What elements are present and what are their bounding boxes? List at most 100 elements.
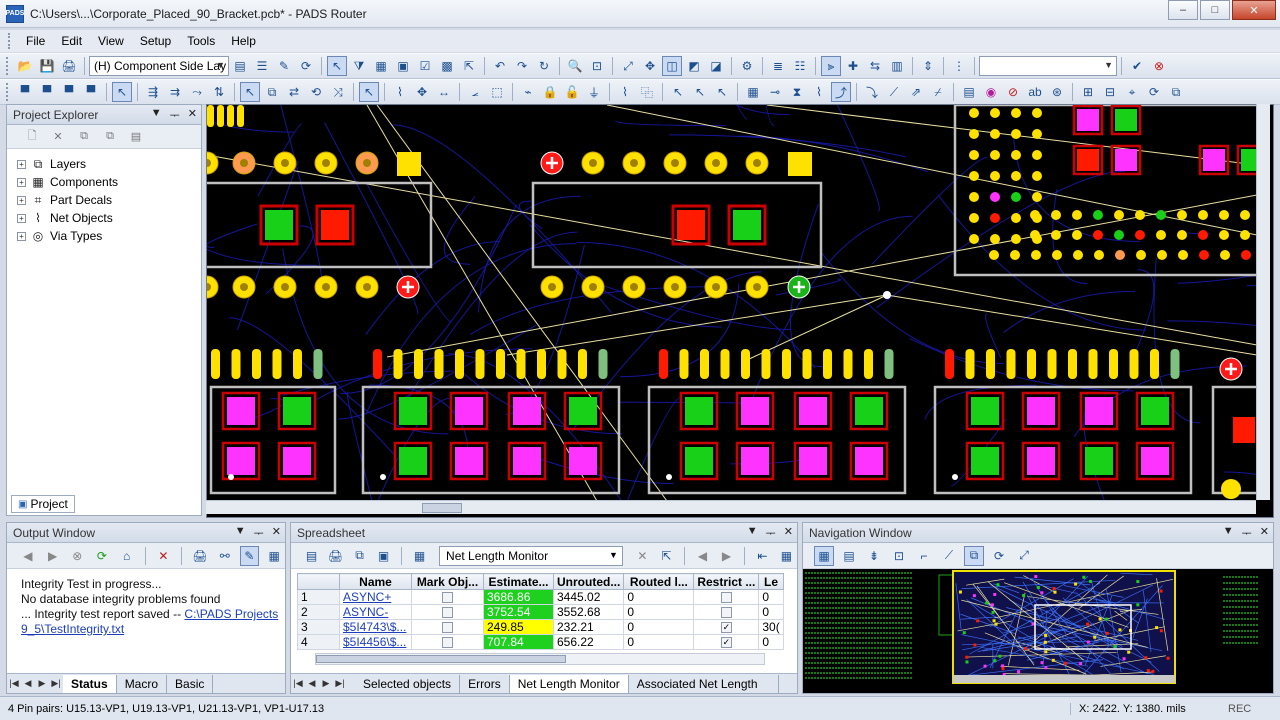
- estimated-length[interactable]: 249.85: [483, 619, 554, 635]
- column-header[interactable]: Mark Obj...: [411, 573, 484, 590]
- pan-icon[interactable]: ✥: [640, 56, 660, 76]
- table-icon[interactable]: ▦: [264, 546, 284, 566]
- pin-icon[interactable]: ⌖: [1122, 82, 1142, 102]
- layer-select[interactable]: (H) Component Side Lay ▼: [89, 56, 229, 76]
- maximize-button[interactable]: □: [1200, 0, 1230, 20]
- net-name[interactable]: ASYNC-: [339, 604, 412, 620]
- rotate-icon[interactable]: ⟲: [306, 82, 326, 102]
- scroll-thumb[interactable]: [316, 655, 566, 663]
- close-icon[interactable]: ✕: [188, 107, 197, 123]
- drc-icon[interactable]: ⚙: [737, 56, 757, 76]
- grid-icon[interactable]: ▦: [371, 56, 391, 76]
- route-icon[interactable]: ⫸: [821, 56, 841, 76]
- close-icon[interactable]: ✕: [272, 525, 281, 541]
- list-view-icon[interactable]: ≣: [768, 56, 788, 76]
- wand-icon[interactable]: ✎: [274, 56, 294, 76]
- shield-icon[interactable]: ▥: [887, 56, 907, 76]
- close-button[interactable]: ✕: [1232, 0, 1276, 20]
- properties-icon[interactable]: ▤: [126, 127, 146, 147]
- back-icon[interactable]: ◀: [18, 546, 38, 566]
- move-icon[interactable]: ⧉: [262, 82, 282, 102]
- length-value[interactable]: 30(: [758, 619, 784, 635]
- checkbox[interactable]: [720, 592, 732, 604]
- estimated-length[interactable]: 3686.86: [483, 589, 554, 605]
- row-number[interactable]: 1: [297, 589, 340, 605]
- back-icon[interactable]: ◀: [693, 546, 712, 566]
- checkbox[interactable]: [442, 607, 453, 619]
- menu-grip[interactable]: [8, 33, 12, 49]
- minus-icon[interactable]: ⊸: [765, 82, 785, 102]
- menu-setup[interactable]: Setup: [132, 30, 179, 52]
- spread-icon[interactable]: ⤨: [328, 82, 348, 102]
- stop-icon[interactable]: ⊗: [67, 546, 87, 566]
- select-icon[interactable]: ↖: [112, 82, 132, 102]
- tab-net-length-monitor[interactable]: Net Length Monitor: [509, 674, 629, 693]
- dropdown-arrow-icon[interactable]: ▼: [747, 525, 758, 541]
- view-extents-icon[interactable]: ⤢: [618, 56, 638, 76]
- routed-length[interactable]: 0: [623, 634, 695, 650]
- ground-icon[interactable]: ⏚: [584, 82, 604, 102]
- dropdown-arrow-icon[interactable]: ▼: [235, 525, 246, 541]
- net-name[interactable]: $5I4743\$...: [339, 619, 412, 635]
- nav-select-icon[interactable]: ⊡: [889, 546, 909, 566]
- canvas-horizontal-scrollbar[interactable]: [206, 500, 1256, 514]
- diff-pair-icon[interactable]: ⇉: [165, 82, 185, 102]
- diag-route-icon[interactable]: ⤴: [831, 82, 851, 102]
- fanout-route-icon[interactable]: ⇅: [209, 82, 229, 102]
- marquee-icon[interactable]: ⬚: [487, 82, 507, 102]
- hourglass-icon[interactable]: ⧗: [787, 82, 807, 102]
- routed-length[interactable]: 0: [623, 604, 695, 620]
- prev-tab-icon[interactable]: ◀: [21, 678, 35, 689]
- open-icon[interactable]: 📂: [15, 56, 35, 76]
- tree-item-via-types[interactable]: + ◎ Via Types: [17, 227, 201, 245]
- route-layer-2-icon[interactable]: ▀: [37, 82, 57, 102]
- serpentine-icon[interactable]: ⌇: [809, 82, 829, 102]
- checkbox[interactable]: [442, 622, 453, 634]
- pointer-x-icon[interactable]: ↖: [690, 82, 710, 102]
- forward-icon[interactable]: ▶: [717, 546, 736, 566]
- pin-icon[interactable]: ᅮ: [254, 525, 264, 541]
- expand-icon[interactable]: +: [17, 213, 26, 223]
- net-name[interactable]: $5I4456\$...: [339, 634, 412, 650]
- unrouted-length[interactable]: 656.22: [552, 634, 625, 650]
- via-route-icon[interactable]: ⤵: [862, 82, 882, 102]
- line-route-icon[interactable]: ⟋: [884, 82, 904, 102]
- expand-icon[interactable]: +: [17, 195, 26, 205]
- net-name[interactable]: ASYNC+: [339, 589, 412, 605]
- row-number[interactable]: 2: [297, 604, 340, 620]
- route-net-icon[interactable]: ⌿: [928, 82, 948, 102]
- column-header[interactable]: Routed l...: [623, 573, 695, 590]
- column-header[interactable]: Le: [758, 573, 784, 590]
- bus-route-icon[interactable]: ⇶: [143, 82, 163, 102]
- checkbox[interactable]: ✓: [720, 637, 732, 649]
- unrouted-length[interactable]: 3445.02: [552, 589, 625, 605]
- nav-diag-icon[interactable]: ⟋: [939, 546, 959, 566]
- select-3-icon[interactable]: ↖: [359, 82, 379, 102]
- tab-project[interactable]: ▣ Project: [11, 495, 75, 513]
- first-tab-icon[interactable]: |◀: [291, 678, 305, 689]
- lock-icon[interactable]: 🔒: [540, 82, 560, 102]
- tab-macro[interactable]: Macro: [117, 674, 168, 693]
- routed-length[interactable]: 0: [623, 589, 695, 605]
- find-icon[interactable]: ⊛: [1047, 82, 1067, 102]
- minimize-button[interactable]: –: [1168, 0, 1198, 20]
- copy-icon[interactable]: ⧉: [74, 127, 94, 147]
- nav-refresh-icon[interactable]: ⟳: [989, 546, 1009, 566]
- tune-icon[interactable]: ⌇: [615, 82, 635, 102]
- move-4way-icon[interactable]: ✥: [412, 82, 432, 102]
- print-icon[interactable]: 🖨: [59, 56, 79, 76]
- copy-icon[interactable]: ⧉: [350, 546, 369, 566]
- table-row[interactable]: 4 $5I4456\$... 707.84 656.22 0 ✓ 0: [297, 634, 784, 650]
- next-view-icon[interactable]: ◪: [706, 56, 726, 76]
- chip-icon[interactable]: ▦: [743, 82, 763, 102]
- menu-help[interactable]: Help: [223, 30, 264, 52]
- clear-icon[interactable]: ✕: [154, 546, 174, 566]
- length-value[interactable]: 0: [758, 634, 784, 650]
- tab-associated-net-length-monitor[interactable]: Associated Net Length Monito: [629, 674, 779, 693]
- next-tab-icon[interactable]: ▶: [319, 678, 333, 689]
- pcb-canvas[interactable]: [206, 104, 1274, 518]
- dropdown-arrow-icon[interactable]: ▼: [1223, 525, 1234, 541]
- layer-color-icon[interactable]: ▤: [959, 82, 979, 102]
- sheet-icon[interactable]: ▤: [302, 546, 321, 566]
- dropdown-arrow-icon[interactable]: ▼: [151, 107, 162, 123]
